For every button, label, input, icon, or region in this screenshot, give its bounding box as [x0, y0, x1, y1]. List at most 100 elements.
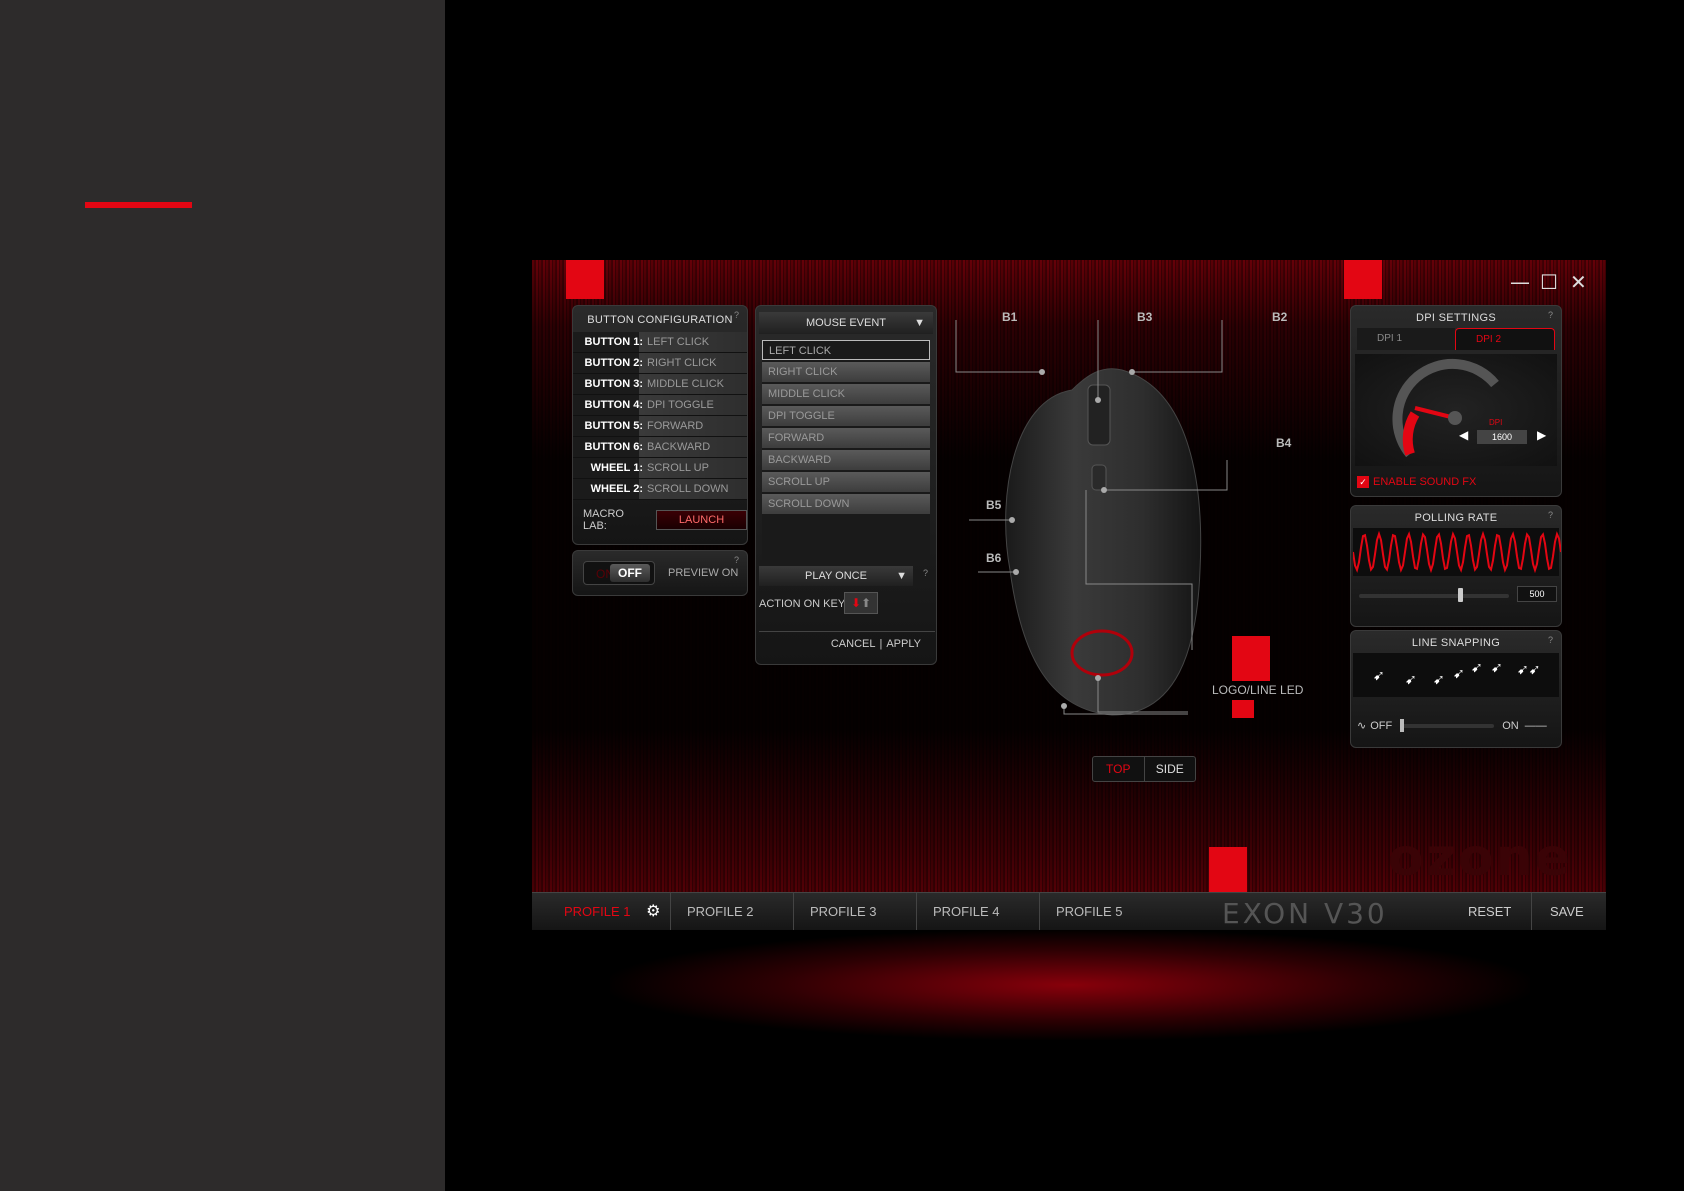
enable-sound-fx[interactable]: ✓ ENABLE SOUND FX [1357, 476, 1476, 488]
help-icon[interactable]: ? [1548, 310, 1553, 320]
minimize-icon[interactable]: — [1510, 270, 1530, 294]
mouse-event-item[interactable]: RIGHT CLICK [762, 362, 930, 382]
snap-on-label: ON [1502, 719, 1519, 732]
product-name: EXON V30 [1222, 897, 1388, 930]
key-direction-icon[interactable]: ⬇⬆ [844, 592, 878, 614]
mouse-event-item[interactable]: SCROLL DOWN [762, 494, 930, 514]
button-config-row[interactable]: BUTTON 3: MIDDLE CLICK [573, 374, 747, 395]
dpi-button[interactable] [1091, 464, 1107, 491]
snap-slider[interactable] [1400, 718, 1495, 732]
maximize-icon[interactable]: ☐ [1540, 270, 1558, 294]
button-config-value: MIDDLE CLICK [647, 378, 725, 390]
mouse-event-item[interactable]: BACKWARD [762, 450, 930, 470]
dpi-increase-icon[interactable]: ▶ [1537, 428, 1546, 442]
red-marker [1209, 847, 1247, 892]
polling-rate-panel: POLLING RATE ? 500 [1350, 505, 1562, 627]
button-config-row[interactable]: BUTTON 6: BACKWARD [573, 437, 747, 458]
tab-profile-1[interactable]: PROFILE 1 ⚙ [532, 892, 671, 930]
mouse-event-list: LEFT CLICK RIGHT CLICK MIDDLE CLICK DPI TOG… [762, 340, 930, 560]
checkbox-icon[interactable]: ✓ [1357, 476, 1369, 488]
chevron-down-icon: ▼ [914, 317, 925, 329]
button-config-row[interactable]: BUTTON 4: DPI TOGGLE [573, 395, 747, 416]
red-marker [566, 260, 604, 299]
mouse-event-footer: CANCEL | APPLY [759, 631, 935, 650]
tab-dpi-2[interactable]: DPI 2 [1455, 328, 1555, 350]
button-config-key: BUTTON 2: [584, 357, 643, 369]
button-config-row[interactable]: BUTTON 1: LEFT CLICK [573, 332, 747, 353]
button-config-row[interactable]: BUTTON 5: FORWARD [573, 416, 747, 437]
cancel-button[interactable]: CANCEL [827, 638, 880, 650]
tab-profile-2[interactable]: PROFILE 2 [671, 892, 794, 930]
save-button[interactable]: SAVE [1550, 893, 1584, 930]
app-window: — ☐ ✕ BUTTON CONFIGURATION ? BUTTON 1: LE… [532, 260, 1606, 930]
help-icon[interactable]: ? [923, 568, 928, 578]
dpi-gauge-dial [1392, 358, 1499, 458]
cursor-icon: ➹➹ [1517, 661, 1541, 677]
button-config-key: BUTTON 4: [584, 399, 643, 411]
play-mode-dropdown[interactable]: PLAY ONCE ▼ [759, 566, 913, 586]
button-config-value: BACKWARD [647, 441, 711, 453]
wave-icon: ∿ [1357, 720, 1367, 732]
mouse-event-item[interactable]: MIDDLE CLICK [762, 384, 930, 404]
tab-dpi-1[interactable]: DPI 1 [1357, 328, 1455, 350]
preview-toggle[interactable]: ON OFF [583, 561, 655, 585]
snap-off-label: OFF [1370, 719, 1393, 732]
mouse-event-item[interactable]: LEFT CLICK [762, 340, 930, 360]
mouse-event-dropdown[interactable]: MOUSE EVENT ▼ [759, 312, 933, 334]
view-switch: TOP SIDE [1092, 756, 1196, 782]
mouse-event-panel: MOUSE EVENT ▼ LEFT CLICK RIGHT CLICK MIDDL… [755, 305, 937, 665]
mouse-event-item[interactable]: SCROLL UP [762, 472, 930, 492]
dpi-tabs: DPI 1 DPI 2 [1357, 328, 1555, 350]
dpi-decrease-icon[interactable]: ◀ [1459, 428, 1468, 442]
preview-panel: ? ON OFF PREVIEW ON [572, 550, 748, 596]
dropdown-label: MOUSE EVENT [805, 317, 887, 329]
slider-thumb[interactable] [1458, 588, 1464, 602]
button-config-row[interactable]: WHEEL 2: SCROLL DOWN [573, 479, 747, 500]
reset-button[interactable]: RESET [1468, 893, 1533, 930]
cursor-icon: ➹ [1405, 671, 1417, 687]
snap-controls: ∿ OFF ON —— [1357, 718, 1557, 732]
macro-lab-row: MACRO LAB: LAUNCH [573, 508, 747, 532]
mouse-event-item[interactable]: DPI TOGGLE [762, 406, 930, 426]
profile-label: PROFILE 1 [564, 903, 631, 919]
button-config-value: FORWARD [647, 420, 704, 432]
label-b5: B5 [986, 498, 1002, 512]
cursor-icon: ➹ [1471, 659, 1483, 675]
button-configuration-panel: BUTTON CONFIGURATION ? BUTTON 1: LEFT CLI… [572, 305, 748, 545]
view-side-button[interactable]: SIDE [1145, 757, 1196, 781]
bottom-bar: PROFILE 1 ⚙ PROFILE 2 PROFILE 3 PROFILE … [532, 892, 1606, 930]
polling-slider[interactable] [1359, 588, 1509, 602]
apply-button[interactable]: APPLY [882, 638, 925, 650]
action-on-key-label: ACTION ON KEY [759, 598, 846, 610]
preview-label: PREVIEW ON [668, 567, 739, 579]
sound-fx-label: ENABLE SOUND FX [1373, 476, 1477, 488]
button-config-row[interactable]: WHEEL 1: SCROLL UP [573, 458, 747, 479]
button-config-key: BUTTON 6: [584, 441, 643, 453]
slider-thumb[interactable] [1400, 718, 1405, 732]
help-icon[interactable]: ? [734, 310, 739, 320]
chevron-down-icon: ▼ [896, 570, 907, 582]
tab-profile-4[interactable]: PROFILE 4 [917, 892, 1040, 930]
view-top-button[interactable]: TOP [1093, 757, 1145, 781]
panel-title: LINE SNAPPING [1411, 637, 1501, 649]
button-config-key: BUTTON 3: [584, 378, 643, 390]
scroll-wheel[interactable] [1087, 384, 1111, 446]
launch-button[interactable]: LAUNCH [656, 510, 747, 530]
tab-profile-5[interactable]: PROFILE 5 [1040, 893, 1163, 931]
label-b2: B2 [1272, 310, 1288, 324]
help-icon[interactable]: ? [1548, 510, 1553, 520]
accent-bar [85, 202, 192, 208]
help-icon[interactable]: ? [734, 555, 739, 565]
close-icon[interactable]: ✕ [1570, 270, 1587, 294]
red-marker [1344, 260, 1382, 299]
mouse-event-item[interactable]: FORWARD [762, 428, 930, 448]
label-b1: B1 [1002, 310, 1018, 324]
gear-icon[interactable]: ⚙ [646, 903, 660, 920]
tab-profile-3[interactable]: PROFILE 3 [794, 892, 917, 930]
button-config-row[interactable]: BUTTON 2: RIGHT CLICK [573, 353, 747, 374]
cursor-snap-preview: ➹ ➹ ➹ ➹ ➹ ➹ ➹➹ [1353, 653, 1559, 697]
label-b6: B6 [986, 551, 1002, 565]
toggle-off-label: OFF [610, 564, 650, 582]
play-mode-label: PLAY ONCE [805, 570, 867, 582]
help-icon[interactable]: ? [1548, 635, 1553, 645]
